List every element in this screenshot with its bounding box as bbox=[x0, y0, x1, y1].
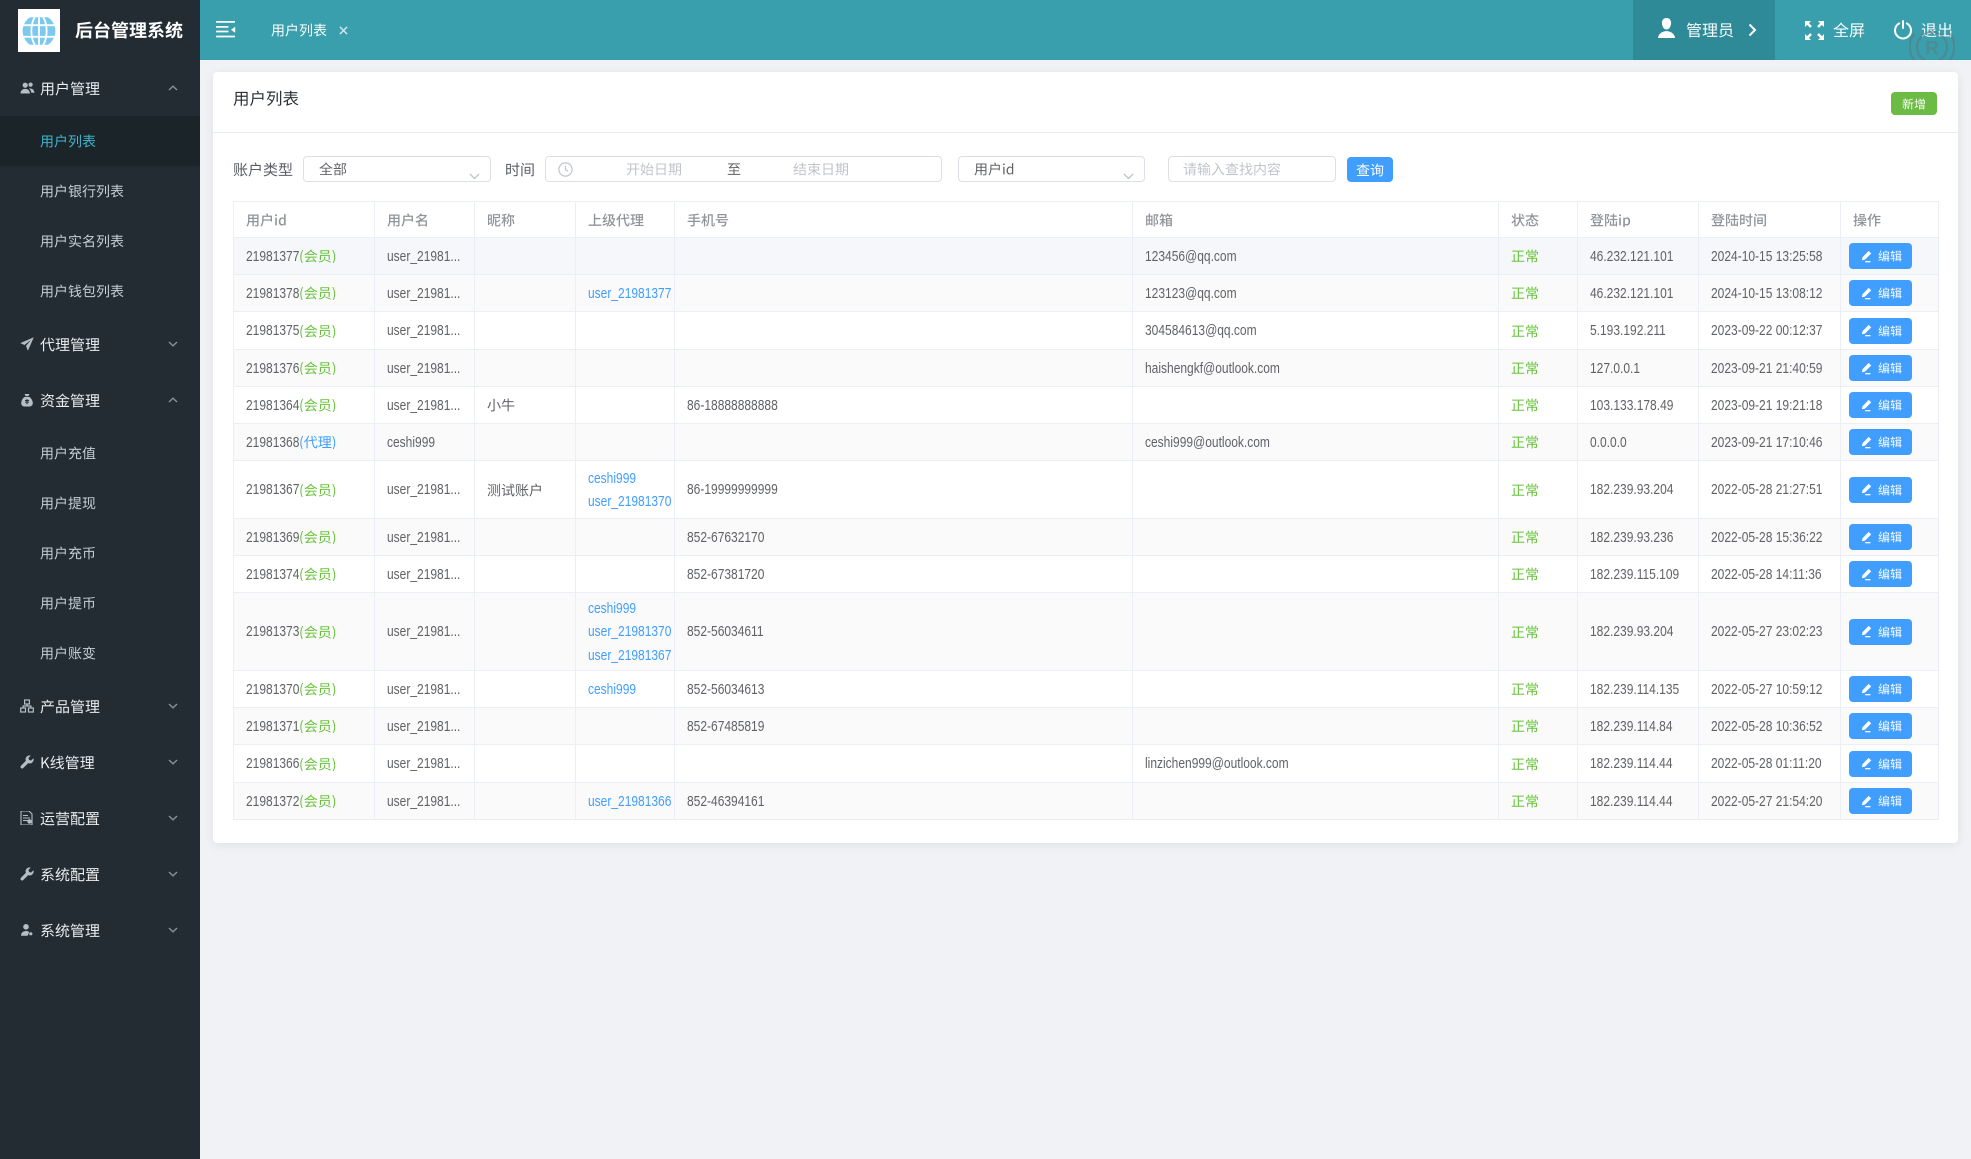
svg-text:R: R bbox=[1925, 39, 1939, 60]
